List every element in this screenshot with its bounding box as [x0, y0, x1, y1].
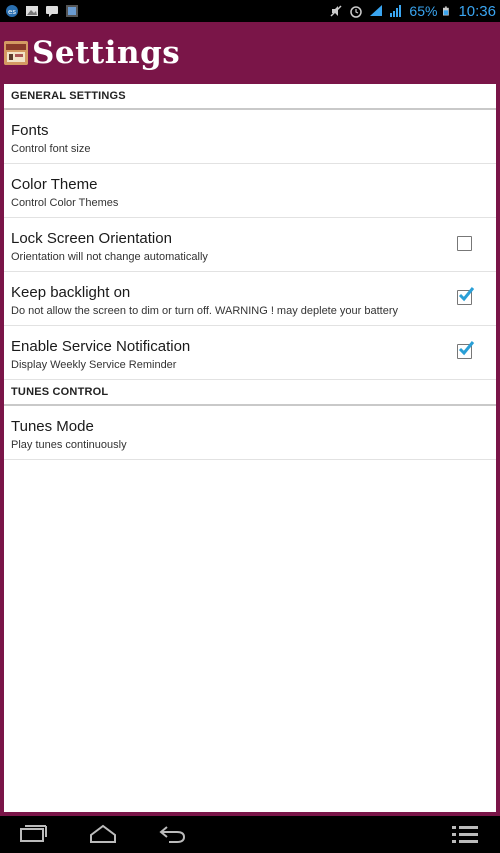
keep-backlight-checkbox[interactable] — [457, 287, 475, 305]
pref-summary: Orientation will not change automaticall… — [11, 251, 208, 263]
category-general-settings: GENERAL SETTINGS — [4, 84, 496, 110]
message-notification-icon — [46, 6, 58, 17]
recent-apps-icon[interactable] — [18, 823, 48, 845]
service-notification-checkbox[interactable] — [457, 341, 475, 359]
pref-summary: Do not allow the screen to dim or turn o… — [11, 305, 398, 317]
pref-summary: Display Weekly Service Reminder — [11, 359, 177, 371]
gallery-notification-icon — [66, 5, 78, 17]
action-bar: Settings — [0, 22, 500, 84]
mute-icon — [330, 5, 342, 17]
pref-title: Enable Service Notification — [11, 338, 191, 355]
home-icon[interactable] — [88, 823, 118, 845]
pref-keep-backlight-on[interactable]: Keep backlight on Do not allow the scree… — [4, 272, 496, 326]
pref-summary: Play tunes continuously — [11, 439, 127, 451]
pref-tunes-mode[interactable]: Tunes Mode Play tunes continuously — [4, 406, 496, 460]
app-notification-icon: es — [6, 5, 18, 17]
pref-title: Lock Screen Orientation — [11, 230, 172, 247]
pref-enable-service-notification[interactable]: Enable Service Notification Display Week… — [4, 326, 496, 380]
battery-percent: 65% — [409, 3, 438, 19]
pref-fonts[interactable]: Fonts Control font size — [4, 110, 496, 164]
signal-icon — [390, 5, 402, 17]
battery-icon — [443, 6, 450, 16]
pref-lock-screen-orientation[interactable]: Lock Screen Orientation Orientation will… — [4, 218, 496, 272]
back-icon[interactable] — [157, 823, 187, 845]
pref-summary: Control Color Themes — [11, 197, 119, 209]
checkmark-icon — [458, 287, 475, 302]
svg-text:es: es — [8, 8, 16, 16]
status-bar: es 65% 10:36 — [0, 0, 500, 22]
alarm-icon — [350, 6, 363, 18]
pref-title: Keep backlight on — [11, 284, 131, 301]
image-notification-icon — [26, 6, 38, 16]
pref-color-theme[interactable]: Color Theme Control Color Themes — [4, 164, 496, 218]
navigation-bar — [0, 816, 500, 853]
menu-icon[interactable] — [450, 823, 480, 845]
pref-summary: Control font size — [11, 143, 91, 155]
lock-orientation-checkbox[interactable] — [457, 236, 472, 251]
pref-title: Fonts — [11, 122, 49, 139]
clock-time: 10:36 — [458, 2, 496, 20]
checkmark-icon — [458, 341, 475, 356]
pref-title: Tunes Mode — [11, 418, 94, 435]
app-window: Settings GENERAL SETTINGS Fonts Control … — [0, 22, 500, 816]
wifi-icon — [370, 5, 383, 16]
category-tunes-control: TUNES CONTROL — [4, 380, 496, 406]
pref-title: Color Theme — [11, 176, 98, 193]
app-logo-icon[interactable] — [4, 41, 28, 65]
page-title: Settings — [32, 35, 181, 71]
settings-list: GENERAL SETTINGS Fonts Control font size… — [4, 84, 496, 812]
